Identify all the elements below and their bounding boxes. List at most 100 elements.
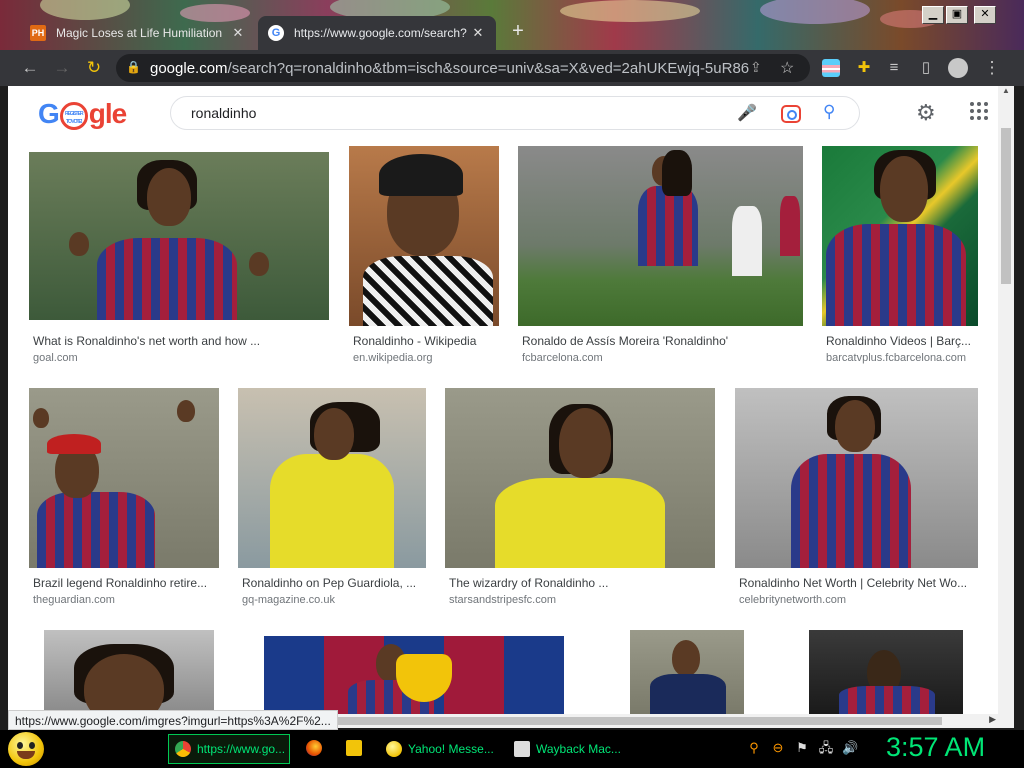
scroll-right-icon[interactable]: ▶ [989,714,996,725]
scroll-up-icon[interactable]: ▲ [1002,86,1010,95]
page-content: G REGISTER TO VOTE! gle ronaldinho 🎤 ⚲ ⚙ W… [8,86,998,714]
close-tab-icon[interactable]: ✕ [470,25,486,41]
microphone-icon[interactable]: 🎤 [737,103,757,123]
tray-volume-icon[interactable]: 🔊 [842,740,858,756]
tray-network-icon[interactable]: 🖧 [818,740,834,756]
share-icon[interactable]: ⇪ [750,59,762,76]
image-result[interactable] [264,636,564,714]
result-source: goal.com [33,352,78,364]
new-tab-button[interactable]: + [506,20,530,44]
browser-toolbar: ← → ↻ 🔒 google.com/search?q=ronaldinho&t… [0,50,1024,86]
window-close-button[interactable]: ✕ [974,6,996,24]
ph-favicon-icon: PH [30,25,46,41]
result-caption[interactable]: The wizardry of Ronaldinho ... [449,576,715,590]
image-result[interactable]: Ronaldinho Net Worth | Celebrity Net Wo.… [735,388,978,614]
result-thumbnail[interactable] [630,630,744,714]
yahoo-messenger-icon [386,741,402,757]
taskbar-item-chrome[interactable]: https://www.go... [168,734,290,764]
result-source: en.wikipedia.org [353,352,433,364]
result-caption[interactable]: Ronaldinho on Pep Guardiola, ... [242,576,426,590]
image-result[interactable]: What is Ronaldinho's net worth and how .… [29,152,329,372]
result-thumbnail[interactable] [44,630,214,714]
result-source: theguardian.com [33,594,115,606]
settings-gear-icon[interactable]: ⚙ [916,100,936,126]
result-source: barcatvplus.fcbarcelona.com [826,352,967,364]
firefox-icon[interactable] [306,740,322,756]
result-caption[interactable]: Ronaldinho - Wikipedia [353,334,499,348]
tab-strip: PH Magic Loses at Life Humiliation ✕ G h… [0,0,1024,50]
status-link-url: https://www.google.com/imgres?imgurl=htt… [8,710,338,730]
result-caption[interactable]: Ronaldinho Net Worth | Celebrity Net Wo.… [739,576,978,590]
apps-grid-icon[interactable] [970,102,988,120]
google-header: G REGISTER TO VOTE! gle ronaldinho 🎤 ⚲ ⚙ [8,86,998,144]
image-result[interactable]: Ronaldinho - Wikipedia en.wikipedia.org [349,146,499,372]
bookmark-star-icon[interactable]: ☆ [780,58,794,78]
tab-title: https://www.google.com/search? [294,26,467,40]
result-thumbnail[interactable] [29,152,329,320]
image-result[interactable] [44,630,214,714]
search-query[interactable]: ronaldinho [191,105,256,121]
vertical-scrollbar[interactable]: ▲ [998,86,1014,728]
result-thumbnail[interactable] [809,630,963,714]
taskbar-item-wayback-machine[interactable]: Wayback Mac... [508,734,630,764]
image-result[interactable]: Ronaldo de Assís Moreira 'Ronaldinho' fc… [518,146,803,372]
image-result[interactable] [630,630,744,714]
taskbar-item-yahoo-messenger[interactable]: Yahoo! Messe... [380,734,502,764]
result-thumbnail[interactable] [349,146,499,326]
result-thumbnail[interactable] [445,388,715,568]
lock-icon: 🔒 [126,60,141,74]
result-caption[interactable]: Ronaldinho Videos | Barç... [826,334,978,348]
result-source: celebritynetworth.com [739,594,846,606]
forward-arrow-icon[interactable]: → [50,56,74,80]
tab-active[interactable]: G https://www.google.com/search? ✕ [258,16,496,50]
address-bar[interactable]: 🔒 google.com/search?q=ronaldinho&tbm=isc… [116,54,810,82]
google-favicon-icon: G [268,25,284,41]
result-thumbnail[interactable] [238,388,426,568]
start-smiley-icon[interactable] [8,732,44,766]
result-thumbnail[interactable] [518,146,803,326]
lens-camera-icon[interactable] [781,105,801,123]
back-arrow-icon[interactable]: ← [18,56,42,80]
menu-dots-icon[interactable]: ⋮ [980,56,1004,80]
browser-window: PH Magic Loses at Life Humiliation ✕ G h… [0,0,1024,768]
tray-block-icon[interactable]: ⊖ [770,740,786,756]
image-result[interactable]: The wizardry of Ronaldinho ... starsands… [445,388,715,614]
result-caption[interactable]: Brazil legend Ronaldinho retire... [33,576,219,590]
taskbar-clock[interactable]: 3:57 AM [886,732,985,763]
tray-security-icon[interactable]: ⚑ [794,740,810,756]
tab-title: Magic Loses at Life Humiliation [56,26,223,40]
result-source: fcbarcelona.com [522,352,603,364]
extension-flag-icon[interactable] [822,59,840,77]
side-panel-icon[interactable]: ▯ [914,56,938,80]
image-result[interactable]: Brazil legend Ronaldinho retire... thegu… [29,388,219,614]
image-result[interactable] [809,630,963,714]
result-source: gq-magazine.co.uk [242,594,335,606]
scrollbar-thumb[interactable] [1001,128,1011,284]
address-url[interactable]: google.com/search?q=ronaldinho&tbm=isch&… [150,60,750,77]
result-thumbnail[interactable] [735,388,978,568]
search-input[interactable]: ronaldinho 🎤 ⚲ [170,96,860,130]
tab-inactive[interactable]: PH Magic Loses at Life Humiliation ✕ [20,16,256,50]
profile-avatar[interactable] [948,58,968,78]
reload-icon[interactable]: ↻ [82,56,106,80]
result-caption[interactable]: What is Ronaldinho's net worth and how .… [33,334,327,348]
extensions-puzzle-icon[interactable]: ✚ [852,56,876,80]
google-logo[interactable]: G REGISTER TO VOTE! gle [38,98,127,130]
search-icon[interactable]: ⚲ [823,102,835,122]
taskbar: https://www.go... Yahoo! Messe... Waybac… [0,730,1024,768]
close-tab-icon[interactable]: ✕ [230,25,246,41]
chrome-icon [175,741,191,757]
wayback-icon [514,741,530,757]
result-thumbnail[interactable] [264,636,564,714]
window-maximize-button[interactable]: ▣ [946,6,968,24]
image-result[interactable]: Ronaldinho on Pep Guardiola, ... gq-maga… [238,388,426,614]
result-caption[interactable]: Ronaldo de Assís Moreira 'Ronaldinho' [522,334,802,348]
folder-icon[interactable] [346,740,362,756]
media-queue-icon[interactable]: ≡ [882,56,906,80]
vote-doodle-icon: REGISTER TO VOTE! [59,101,88,130]
tray-search-icon[interactable]: ⚲ [746,740,762,756]
result-thumbnail[interactable] [822,146,978,326]
result-thumbnail[interactable] [29,388,219,568]
image-result[interactable]: Ronaldinho Videos | Barç... barcatvplus.… [822,146,978,372]
window-minimize-button[interactable]: ▁ [922,6,944,24]
